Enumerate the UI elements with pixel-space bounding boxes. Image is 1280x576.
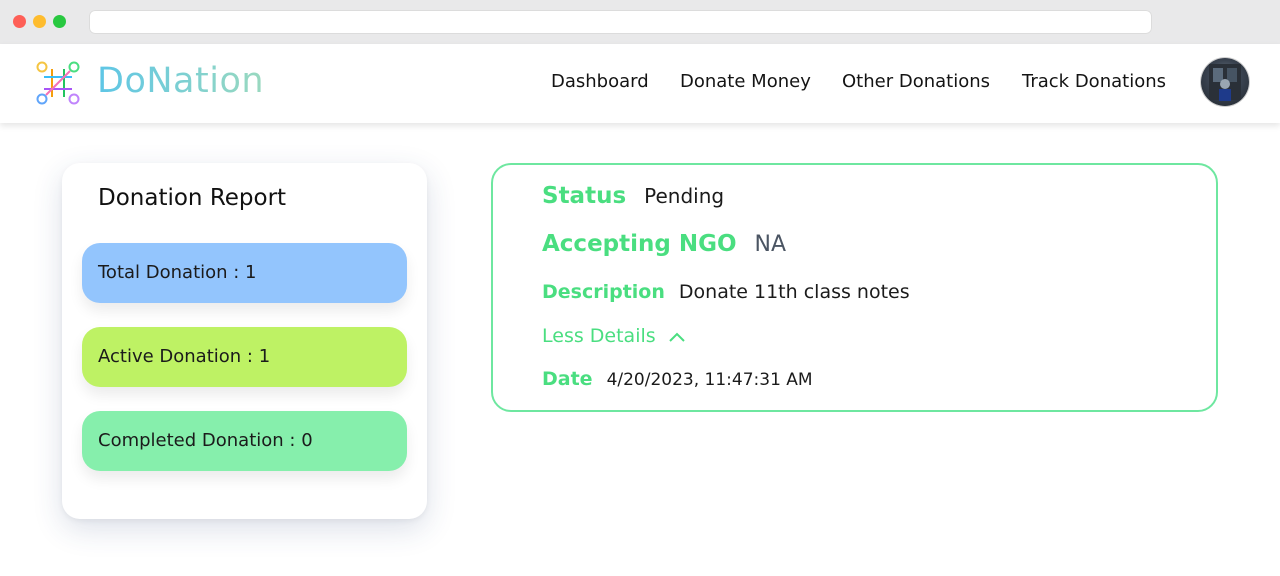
status-label: Status [542,183,627,209]
chevron-up-icon [668,326,686,348]
report-title: Donation Report [98,185,287,211]
browser-chrome [0,0,1280,44]
date-value: 4/20/2023, 11:47:31 AM [606,370,813,390]
close-window-button[interactable] [13,15,26,28]
avatar-photo-icon [1209,64,1241,101]
total-donation-label: Total Donation : 1 [98,262,257,283]
description-value: Donate 11th class notes [678,281,910,303]
browser-window: DoNation Dashboard Donate Money Other Do… [0,0,1280,576]
minimize-window-button[interactable] [33,15,46,28]
completed-donation-pill[interactable]: Completed Donation : 0 [82,411,407,471]
ngo-label: Accepting NGO [542,231,737,257]
address-bar[interactable] [89,10,1152,34]
donation-report-card: Donation Report Total Donation : 1 Activ… [62,163,427,519]
nav-donate-money[interactable]: Donate Money [680,71,811,92]
user-avatar[interactable] [1201,58,1249,106]
status-value: Pending [644,184,725,208]
brand-name[interactable]: DoNation [97,61,264,101]
nav-other-donations[interactable]: Other Donations [842,71,990,92]
ngo-value: NA [754,232,787,257]
completed-donation-label: Completed Donation : 0 [98,430,313,451]
nav-track-donations[interactable]: Track Donations [1022,71,1166,92]
date-label: Date [542,368,593,390]
active-donation-pill[interactable]: Active Donation : 1 [82,327,407,387]
status-row: Status Pending [542,183,724,209]
date-row: Date 4/20/2023, 11:47:31 AM [542,368,813,390]
less-details-label: Less Details [542,325,656,347]
nav-dashboard[interactable]: Dashboard [551,71,649,92]
description-row: Description Donate 11th class notes [542,281,910,303]
maximize-window-button[interactable] [53,15,66,28]
less-details-toggle[interactable]: Less Details [542,325,686,348]
total-donation-pill[interactable]: Total Donation : 1 [82,243,407,303]
donation-details-card: Status Pending Accepting NGO NA Descriptio… [491,163,1218,412]
navbar: DoNation Dashboard Donate Money Other Do… [0,44,1280,123]
ngo-row: Accepting NGO NA [542,231,786,257]
active-donation-label: Active Donation : 1 [98,346,271,367]
donation-logo-icon[interactable] [34,59,82,107]
description-label: Description [542,281,665,303]
